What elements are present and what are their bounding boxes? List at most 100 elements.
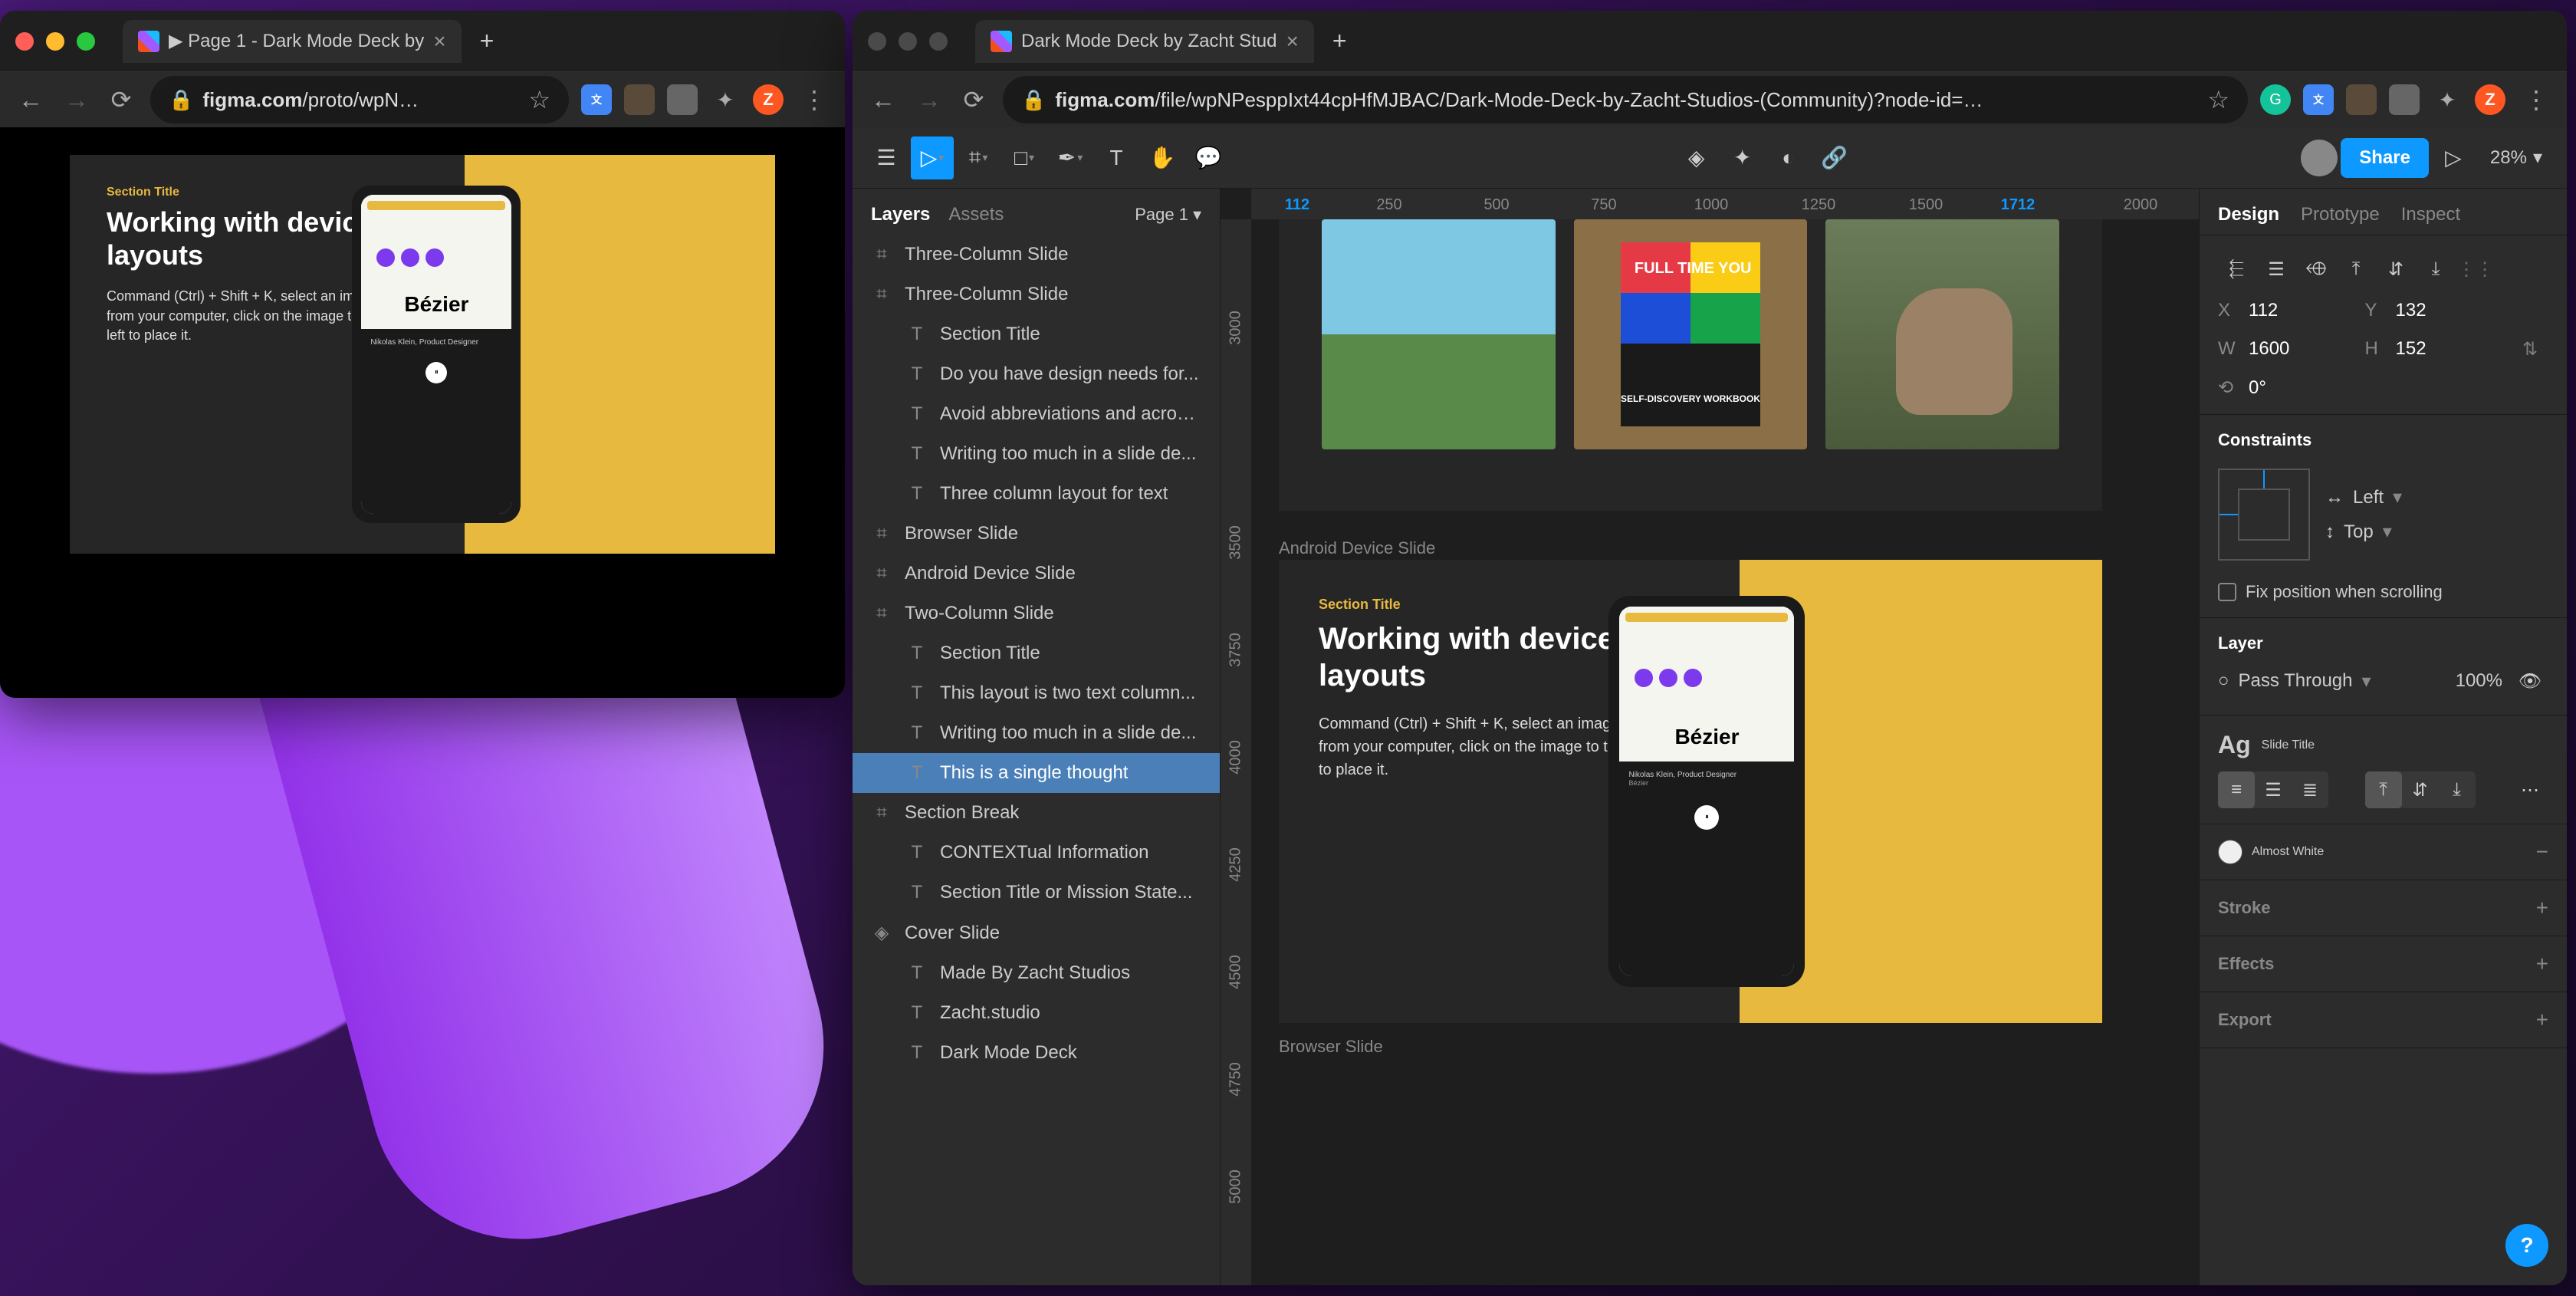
move-tool-button[interactable]: ▷▾ xyxy=(911,137,954,179)
url-field[interactable]: 🔒 figma.com/proto/wpN… ☆ xyxy=(150,76,569,123)
inspect-tab[interactable]: Inspect xyxy=(2401,204,2460,225)
url-field[interactable]: 🔒 figma.com/file/wpNPesppIxt44cpHfMJBAC/… xyxy=(1003,76,2248,123)
distribute-button[interactable]: ⋮⋮ xyxy=(2457,251,2494,288)
close-window-button[interactable] xyxy=(868,32,886,51)
layer-row[interactable]: ◈Cover Slide xyxy=(853,913,1220,953)
tab-close-button[interactable]: × xyxy=(433,29,445,54)
layer-row[interactable]: ⌗Section Break xyxy=(853,793,1220,833)
v-constraint-select[interactable]: ↕Top ▾ xyxy=(2325,521,2402,543)
ext-icon-3[interactable] xyxy=(2389,84,2420,115)
h-constraint-select[interactable]: ↔Left ▾ xyxy=(2325,486,2402,508)
layer-row[interactable]: ⌗Two-Column Slide xyxy=(853,594,1220,633)
layer-row[interactable]: TDo you have design needs for... xyxy=(853,354,1220,394)
ext-icon-2[interactable] xyxy=(2346,84,2377,115)
text-align-center-button[interactable]: ☰ xyxy=(2255,771,2292,808)
layer-row[interactable]: ⌗Android Device Slide xyxy=(853,554,1220,594)
help-button[interactable]: ? xyxy=(2505,1224,2548,1267)
constraints-widget[interactable] xyxy=(2218,469,2310,561)
layer-row[interactable]: TMade By Zacht Studios xyxy=(853,953,1220,993)
fill-swatch[interactable] xyxy=(2218,840,2242,864)
link-tool-button[interactable]: 🔗 xyxy=(1813,137,1856,179)
text-align-right-button[interactable]: ≣ xyxy=(2292,771,2328,808)
page-selector[interactable]: Page 1 ▾ xyxy=(1135,205,1201,225)
layer-row[interactable]: ⌗Browser Slide xyxy=(853,514,1220,554)
rotation-input[interactable]: 0° xyxy=(2249,377,2266,399)
opacity-input[interactable]: 100% xyxy=(2456,670,2502,692)
comment-tool-button[interactable]: 💬 xyxy=(1187,137,1230,179)
layer-row[interactable]: TZacht.studio xyxy=(853,993,1220,1033)
layers-tab[interactable]: Layers xyxy=(871,204,930,225)
translate-ext-icon[interactable]: 文 xyxy=(581,84,612,115)
shape-tool-button[interactable]: □▾ xyxy=(1003,137,1046,179)
chrome-menu-button[interactable]: ⋮ xyxy=(796,79,833,120)
x-input[interactable]: 112 xyxy=(2249,300,2278,321)
y-input[interactable]: 132 xyxy=(2396,300,2426,321)
layer-row[interactable]: TWriting too much in a slide de... xyxy=(853,713,1220,753)
text-align-left-button[interactable]: ≡ xyxy=(2218,771,2255,808)
layer-row[interactable]: ⌗Three-Column Slide xyxy=(853,235,1220,275)
profile-avatar[interactable]: Z xyxy=(2475,84,2505,115)
three-column-slide-frame[interactable]: FULL TIME YOU SELF-DISCOVERY WORKBOOK xyxy=(1279,219,2102,511)
translate-ext-icon[interactable]: 文 xyxy=(2303,84,2334,115)
align-right-button[interactable]: ⬲ xyxy=(2298,251,2334,288)
fill-color-name[interactable]: Almost White xyxy=(2252,845,2324,859)
layer-row[interactable]: TWriting too much in a slide de... xyxy=(853,434,1220,474)
add-export-button[interactable]: + xyxy=(2536,1008,2548,1032)
minimize-window-button[interactable] xyxy=(899,32,917,51)
align-hcenter-button[interactable]: ☰ xyxy=(2258,251,2295,288)
collaborator-avatar[interactable] xyxy=(2301,140,2338,176)
text-options-button[interactable]: ⋯ xyxy=(2512,771,2548,808)
tab-close-button[interactable]: × xyxy=(1286,29,1298,54)
add-effect-button[interactable]: + xyxy=(2536,952,2548,976)
mask-tool-button[interactable]: ✦ xyxy=(1721,137,1764,179)
text-valign-top-button[interactable]: ⤒ xyxy=(2365,771,2402,808)
fill-remove-button[interactable]: − xyxy=(2536,840,2548,864)
ext-icon-2[interactable] xyxy=(624,84,655,115)
browser-tab[interactable]: ▶ Page 1 - Dark Mode Deck by × xyxy=(123,20,462,63)
extensions-button[interactable]: ✦ xyxy=(710,84,741,115)
text-style-name[interactable]: Slide Title xyxy=(2262,738,2315,752)
bookmark-star-button[interactable]: ☆ xyxy=(2207,85,2229,114)
layer-row[interactable]: ⌗Three-Column Slide xyxy=(853,275,1220,314)
zoom-dropdown[interactable]: 28%▾ xyxy=(2478,146,2555,169)
layer-row[interactable]: TSection Title xyxy=(853,633,1220,673)
visibility-toggle[interactable]: 👁 xyxy=(2512,663,2548,699)
new-tab-button[interactable]: + xyxy=(468,21,507,61)
android-device-slide-frame[interactable]: Section Title Working with device layout… xyxy=(1279,560,2102,1023)
chrome-menu-button[interactable]: ⋮ xyxy=(2518,79,2555,120)
share-button[interactable]: Share xyxy=(2341,138,2429,178)
frame-tool-button[interactable]: ⌗▾ xyxy=(957,137,1000,179)
ext-icon-3[interactable] xyxy=(667,84,698,115)
design-tab[interactable]: Design xyxy=(2218,204,2279,225)
blend-mode-select[interactable]: Pass Through xyxy=(2239,670,2353,692)
grammarly-ext-icon[interactable]: G xyxy=(2260,84,2291,115)
text-valign-bottom-button[interactable]: ⤓ xyxy=(2439,771,2476,808)
canvas[interactable]: 11225050075010001250150017122000 3000350… xyxy=(1221,189,2199,1285)
align-left-button[interactable]: ⬱ xyxy=(2218,251,2255,288)
layer-row[interactable]: TAvoid abbreviations and acron... xyxy=(853,394,1220,434)
layer-row[interactable]: TThree column layout for text xyxy=(853,474,1220,514)
layer-row[interactable]: TThis layout is two text column... xyxy=(853,673,1220,713)
nav-fwd-button[interactable]: → xyxy=(58,80,92,120)
extensions-button[interactable]: ✦ xyxy=(2432,84,2463,115)
frame-label-browser[interactable]: Browser Slide xyxy=(1279,1037,1383,1057)
bookmark-star-button[interactable]: ☆ xyxy=(528,85,550,114)
close-window-button[interactable] xyxy=(15,32,34,51)
boolean-tool-button[interactable]: ◐ xyxy=(1767,137,1810,179)
h-input[interactable]: 152 xyxy=(2396,338,2426,360)
add-stroke-button[interactable]: + xyxy=(2536,896,2548,920)
text-valign-mid-button[interactable]: ⇵ xyxy=(2402,771,2439,808)
reload-button[interactable]: ⟳ xyxy=(104,79,138,120)
hamburger-menu-button[interactable]: ☰ xyxy=(865,137,908,179)
layer-row[interactable]: TSection Title xyxy=(853,314,1220,354)
align-top-button[interactable]: ⤒ xyxy=(2338,251,2374,288)
zoom-window-button[interactable] xyxy=(77,32,95,51)
present-button[interactable]: ▷ xyxy=(2432,137,2475,179)
nav-fwd-button[interactable]: → xyxy=(911,80,945,120)
prototype-tab[interactable]: Prototype xyxy=(2301,204,2380,225)
browser-tab[interactable]: Dark Mode Deck by Zacht Stud × xyxy=(975,20,1314,63)
new-tab-button[interactable]: + xyxy=(1320,21,1359,61)
nav-back-button[interactable]: ← xyxy=(865,80,899,120)
profile-avatar[interactable]: Z xyxy=(753,84,784,115)
nav-back-button[interactable]: ← xyxy=(12,80,46,120)
